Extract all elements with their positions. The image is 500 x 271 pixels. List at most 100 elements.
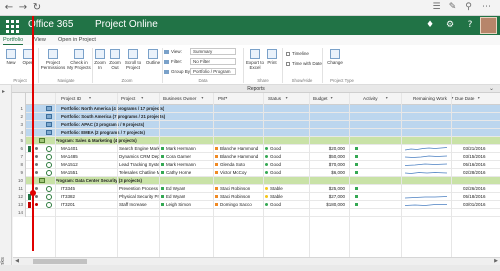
suite-bar: Office 365 Project Online ♦ ⚙ ?: [0, 16, 500, 35]
business-owner-cell-text: Mark Hermann: [166, 146, 196, 151]
program-icon: [39, 178, 45, 183]
app-title[interactable]: Project Online: [95, 19, 158, 30]
business-owner-cell: Cathy Horne: [161, 169, 191, 177]
more-icon[interactable]: ⋯: [480, 1, 493, 14]
table-row[interactable]: 8 MA1512 Lead Tracking System Mark Hermann G…: [13, 161, 500, 169]
chevron-down-icon[interactable]: ▾: [386, 95, 388, 100]
tab-view[interactable]: View: [34, 36, 46, 45]
business-owner-cell-text: Cathy Horne: [166, 170, 192, 175]
timeline-checkbox[interactable]: Timeline: [286, 51, 309, 57]
budget-cell: $180,000: [326, 202, 345, 207]
ribbon-tabs: Portfolio View Open in Project: [0, 35, 500, 45]
column-header-remaining-work[interactable]: Remaining Work ▾: [413, 95, 453, 101]
scroll-icon: [128, 49, 138, 59]
group-by-label-text: Group By:: [171, 69, 192, 74]
column-header-status[interactable]: Status ▾: [268, 95, 288, 101]
table-row[interactable]: 9 MA1551 Telesales Chatline Migr. Cathy Hor…: [13, 169, 500, 177]
app-launcher-icon[interactable]: [3, 18, 20, 33]
activity-icon: [355, 195, 358, 198]
project-permissions-button[interactable]: Project Permissions: [40, 49, 66, 70]
horizontal-scrollbar[interactable]: ◀ ▶: [13, 257, 500, 265]
column-header-project[interactable]: Project ▾: [121, 95, 143, 101]
table-row[interactable]: 7 MA1485 Dynamics CRM Deploy Cora Garner Bla…: [13, 153, 500, 161]
budget-cell: $27,000: [328, 194, 345, 199]
forward-icon[interactable]: →: [16, 1, 30, 14]
check-in-button[interactable]: Check in My Projects: [67, 49, 91, 70]
chevron-down-icon[interactable]: ▾: [225, 95, 227, 100]
print-icon: [267, 49, 277, 59]
row-number: 5: [13, 137, 26, 145]
owner-color-icon: [161, 171, 164, 175]
table-row[interactable]: 12 IT3382 Physical Security Prote Ed Wyant S…: [13, 193, 500, 201]
chevron-down-icon[interactable]: ▾: [89, 95, 91, 100]
chevron-down-icon[interactable]: ▾: [478, 95, 480, 100]
back-icon[interactable]: ←: [2, 1, 16, 14]
column-header-activity[interactable]: Activity ▾: [363, 95, 388, 101]
column-header-due-date[interactable]: Due Date ▾: [455, 95, 480, 101]
time-with-date-checkbox[interactable]: Time with Date: [286, 61, 322, 67]
chevron-down-icon[interactable]: ▾: [331, 95, 333, 100]
scroll-right-icon[interactable]: ▶: [492, 258, 500, 265]
reports-bar[interactable]: Reports ⌄: [12, 85, 500, 93]
chevron-down-icon[interactable]: ▾: [141, 95, 143, 100]
share-icon[interactable]: ⚲: [462, 1, 475, 14]
remaining-work-sparkline: [405, 204, 447, 206]
table-row[interactable]: 3 Portfolio: APAC (3 programs / 9 project…: [13, 121, 500, 129]
column-header-budget[interactable]: Budget ▾: [313, 95, 333, 101]
table-row[interactable]: 14: [13, 209, 500, 217]
table-row[interactable]: 6 MA1401 Search Engine Market Mark Hermann B…: [13, 145, 500, 153]
group-by-select[interactable]: Portfolio / Program: [190, 68, 236, 75]
table-row[interactable]: 1 Portfolio: North America (4 programs / …: [13, 105, 500, 113]
note-icon[interactable]: ✎: [446, 1, 459, 14]
column-header-project-id[interactable]: Project ID ▾: [61, 95, 91, 101]
refresh-icon[interactable]: ↻: [30, 1, 44, 14]
hub-icon[interactable]: ☰: [430, 1, 443, 14]
project-name-cell: Physical Security Prote: [119, 193, 159, 201]
change-button[interactable]: Change: [326, 49, 344, 65]
tab-open-in-project[interactable]: Open in Project: [58, 36, 96, 45]
help-icon[interactable]: ?: [460, 16, 480, 35]
scroll-left-icon[interactable]: ◀: [13, 258, 21, 265]
new-button[interactable]: New: [3, 49, 19, 65]
table-row[interactable]: 2 Portfolio: South America (7 programs / …: [13, 113, 500, 121]
indicator-icon: [28, 162, 31, 168]
view-select[interactable]: Summary: [190, 48, 236, 55]
indicator-icon: [28, 146, 31, 152]
column-header-business-owner[interactable]: Business Owner ▾: [163, 95, 203, 101]
annotation-line: [32, 16, 34, 251]
sparkline-path: [405, 204, 447, 206]
scrollbar-thumb[interactable]: [33, 259, 87, 264]
print-button[interactable]: Print: [266, 49, 278, 65]
owner-color-icon: [161, 203, 164, 207]
tab-portfolio[interactable]: Portfolio: [3, 36, 24, 45]
table-row[interactable]: 10 Program: Data Center Security (3 proje…: [13, 177, 500, 185]
chevron-down-icon[interactable]: ▾: [286, 95, 288, 100]
zoom-in-button[interactable]: Zoom In: [93, 49, 107, 70]
bell-icon[interactable]: ♦: [420, 16, 440, 35]
status-cell: Good: [265, 201, 281, 209]
outline-button[interactable]: Outline: [145, 49, 161, 65]
group-label-show-hide: Show/Hide: [291, 78, 313, 83]
scroll-to-project-button[interactable]: Scroll to Project: [123, 49, 143, 70]
print-label: Print: [267, 60, 277, 65]
table-row[interactable]: 13 IT3201 Staff Increase Leigh Simon Domingo…: [13, 201, 500, 209]
table-row[interactable]: 11 IT3345 Prevention Process Ra Ed Wyant Sta…: [13, 185, 500, 193]
table-row[interactable]: 4 Portfolio: EMEA (2 programs / 7 project…: [13, 129, 500, 137]
zoom-out-button[interactable]: Zoom Out: [108, 49, 122, 70]
filter-select[interactable]: No Filter: [190, 58, 236, 65]
chevron-down-icon[interactable]: ▾: [201, 95, 203, 100]
owner-color-icon: [161, 155, 164, 159]
export-excel-button[interactable]: Export to Excel: [245, 49, 265, 70]
avatar[interactable]: [480, 17, 497, 34]
zoom-out-icon: [110, 49, 120, 59]
table-row[interactable]: 5 Program: Sales & Marketing (4 projects): [13, 137, 500, 145]
remaining-work-sparkline: [405, 196, 448, 199]
row-number: 6: [13, 145, 26, 153]
expand-nav-icon[interactable]: ▸: [2, 88, 5, 95]
column-header-pm[interactable]: PM ▾: [218, 95, 227, 101]
business-owner-cell-text: Ed Wyant: [166, 186, 186, 191]
chevron-down-icon[interactable]: ⌄: [489, 85, 494, 92]
pm-color-icon: [215, 163, 218, 167]
gear-icon[interactable]: ⚙: [440, 16, 460, 35]
suite-title[interactable]: Office 365: [28, 19, 73, 30]
